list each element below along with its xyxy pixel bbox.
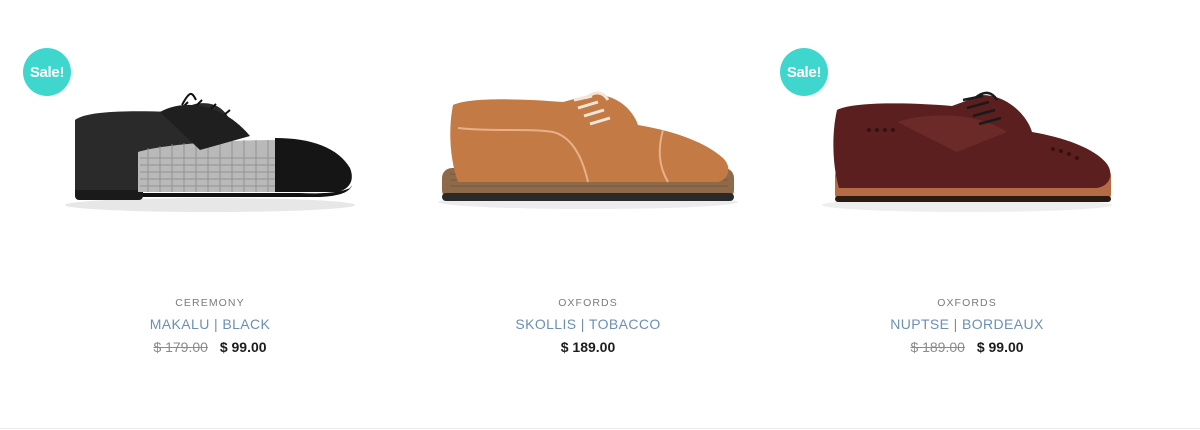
product-card[interactable]: Sale! CEREMONY MAKALU | BLACK $ 179.00 $… xyxy=(20,0,400,430)
sale-price: $ 99.00 xyxy=(219,339,267,355)
shoe-oxford-black-check-icon xyxy=(65,92,355,212)
product-image-link[interactable] xyxy=(398,40,778,270)
product-category: OXFORDS xyxy=(558,297,618,309)
product-title-link[interactable]: MAKALU | BLACK xyxy=(20,316,400,332)
product-card[interactable]: OXFORDS SKOLLIS | TOBACCO $ 189.00 xyxy=(398,0,778,430)
shoe-oxford-brogue-burgundy-icon xyxy=(822,91,1112,212)
product-category: CEREMONY xyxy=(175,297,245,309)
product-price: $ 189.00 $ 99.00 xyxy=(777,339,1157,355)
product-image-link[interactable] xyxy=(777,40,1157,270)
product-price: $ 179.00 $ 99.00 xyxy=(20,339,400,355)
sale-badge: Sale! xyxy=(23,48,71,96)
sale-badge: Sale! xyxy=(780,48,828,96)
product-price: $ 189.00 xyxy=(398,339,778,355)
bottom-divider xyxy=(0,428,1200,429)
product-title-link[interactable]: NUPTSE | BORDEAUX xyxy=(777,316,1157,332)
old-price: $ 189.00 xyxy=(910,339,965,355)
sale-price: $ 99.00 xyxy=(976,339,1024,355)
product-card[interactable]: Sale! OXFORDS NUPTSE | BORDEAUX $ 189.00… xyxy=(777,0,1157,430)
product-image-link[interactable] xyxy=(20,40,400,270)
product-grid: Sale! CEREMONY MAKALU | BLACK $ 179.00 $… xyxy=(0,0,1200,430)
product-title-link[interactable]: SKOLLIS | TOBACCO xyxy=(398,316,778,332)
price: $ 189.00 xyxy=(560,339,616,355)
product-category: OXFORDS xyxy=(937,297,997,309)
shoe-oxford-suede-tan-icon xyxy=(438,91,738,209)
old-price: $ 179.00 xyxy=(153,339,208,355)
